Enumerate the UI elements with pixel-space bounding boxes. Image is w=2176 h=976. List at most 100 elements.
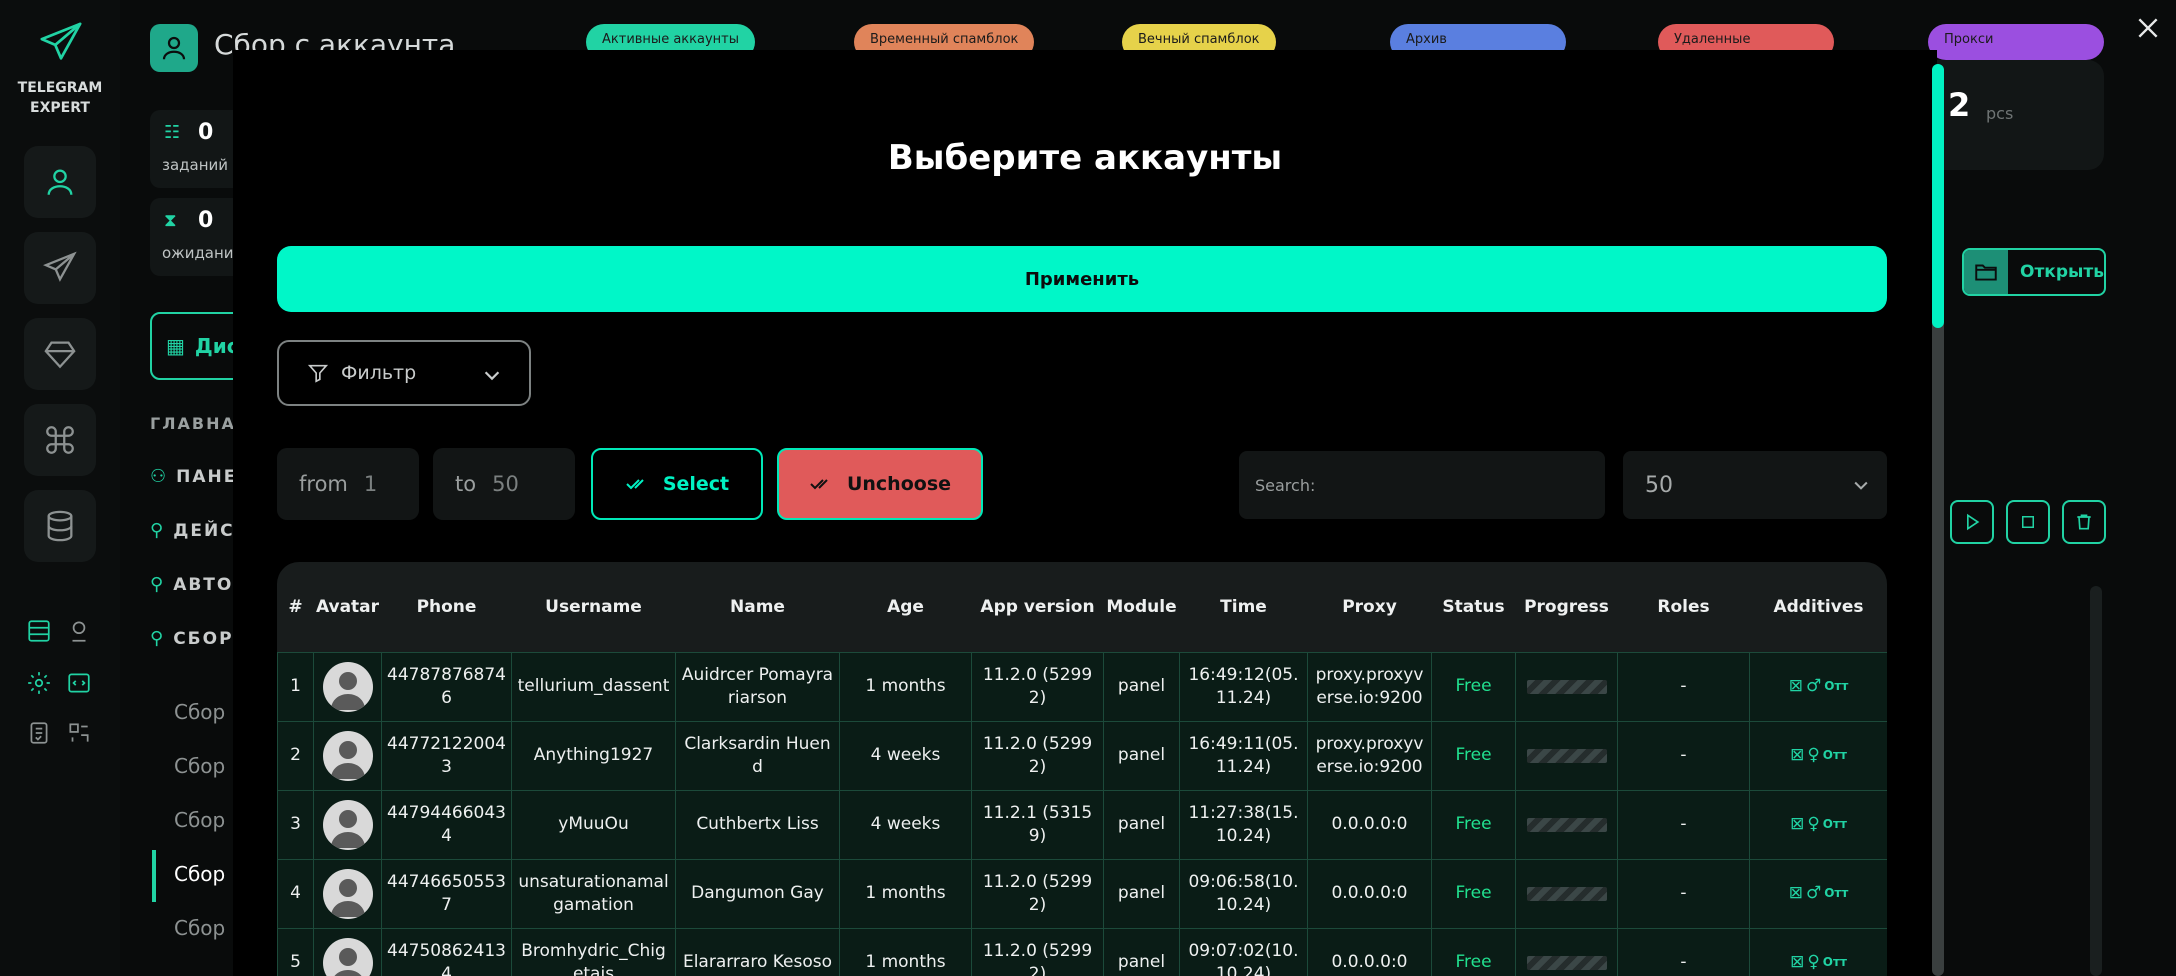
name-cell: Cuthbertx Liss bbox=[675, 789, 840, 860]
column-header[interactable]: Progress bbox=[1516, 562, 1618, 652]
trash-icon bbox=[2077, 514, 2091, 530]
nav-database-button[interactable] bbox=[24, 490, 96, 562]
app-user-icon bbox=[150, 24, 198, 72]
avatar-cell bbox=[313, 789, 382, 860]
search-input[interactable] bbox=[1239, 451, 1605, 519]
range-to-input[interactable]: to 50 bbox=[433, 448, 575, 520]
nav-diamond-button[interactable] bbox=[24, 318, 96, 390]
gender-icon: ♀ bbox=[1807, 952, 1820, 972]
modal-scrollbar-thumb[interactable] bbox=[1932, 64, 1944, 328]
column-header[interactable]: Module bbox=[1104, 562, 1180, 652]
nav-send-button[interactable] bbox=[24, 232, 96, 304]
roles-cell: - bbox=[1617, 858, 1750, 929]
close-modal-button[interactable] bbox=[2130, 10, 2166, 46]
nav-accounts-button[interactable] bbox=[24, 146, 96, 218]
dashboard-icon: ▦ bbox=[166, 334, 185, 358]
per-page-select[interactable]: 50 bbox=[1623, 451, 1887, 519]
additives-cell: ⊠ ♂ Отт bbox=[1749, 651, 1887, 722]
send-icon bbox=[43, 251, 77, 282]
username-cell: yMuuOu bbox=[511, 789, 676, 860]
table-row[interactable]: 2 447721220043 Anything1927 Clarksardin … bbox=[277, 720, 1887, 791]
proxy-cell: proxy.proxyverse.io:9200 bbox=[1307, 651, 1432, 722]
per-page-value: 50 bbox=[1645, 472, 1673, 498]
server-settings-icon[interactable] bbox=[24, 616, 54, 646]
play-button[interactable] bbox=[1950, 500, 1994, 544]
additive-badge: Отт bbox=[1822, 748, 1847, 762]
column-header[interactable]: Username bbox=[512, 562, 676, 652]
stop-button[interactable] bbox=[2006, 500, 2050, 544]
roles-cell: - bbox=[1617, 720, 1750, 791]
column-header[interactable]: Age bbox=[840, 562, 972, 652]
additives-cell: ⊠ ♂ Отт bbox=[1749, 858, 1887, 929]
age-cell: 1 months bbox=[839, 927, 972, 976]
sub-item-collect[interactable]: Сбор bbox=[174, 754, 225, 778]
document-check-icon[interactable] bbox=[24, 718, 54, 748]
name-cell: Auidrcer Pomayrariarson bbox=[675, 651, 840, 722]
range-from-input[interactable]: from 1 bbox=[277, 448, 419, 520]
menu-item-auto[interactable]: ⚲ АВТО bbox=[150, 574, 233, 595]
column-header[interactable]: # bbox=[278, 562, 314, 652]
tab-proxy[interactable]: Прокси bbox=[1928, 24, 2104, 60]
age-cell: 4 weeks bbox=[839, 720, 972, 791]
sub-item-collect[interactable]: Сбор bbox=[174, 916, 225, 940]
apply-button[interactable]: Применить bbox=[277, 246, 1887, 312]
code-window-icon[interactable] bbox=[64, 668, 94, 698]
background-scrollbar[interactable] bbox=[2090, 586, 2102, 976]
column-header[interactable]: Name bbox=[676, 562, 840, 652]
additive-badge: Отт bbox=[1824, 679, 1849, 693]
column-header[interactable]: Avatar bbox=[314, 562, 382, 652]
select-button[interactable]: Select bbox=[591, 448, 763, 520]
column-header[interactable]: Roles bbox=[1618, 562, 1750, 652]
column-header[interactable]: Time bbox=[1180, 562, 1308, 652]
table-row[interactable]: 5 447508624134 Bromhydric_Chigetais Elar… bbox=[277, 927, 1887, 976]
column-header[interactable]: Proxy bbox=[1308, 562, 1432, 652]
column-header[interactable]: Additives bbox=[1750, 562, 1888, 652]
user-icon bbox=[47, 169, 73, 195]
table-row[interactable]: 3 447944660434 yMuuOu Cuthbertx Liss 4 w… bbox=[277, 789, 1887, 860]
time-cell: 09:06:58(10.10.24) bbox=[1179, 858, 1308, 929]
camera-off-icon: ⊠ bbox=[1790, 814, 1805, 834]
avatar-cell bbox=[313, 651, 382, 722]
stat-label: ожидание bbox=[162, 244, 243, 262]
status-cell: Free bbox=[1431, 651, 1516, 722]
unchoose-label: Unchoose bbox=[846, 473, 952, 495]
chevron-down-icon bbox=[484, 371, 500, 381]
avatar bbox=[322, 868, 373, 919]
menu-item-actions[interactable]: ⚲ ДЕЙС bbox=[150, 520, 235, 541]
column-header[interactable]: Phone bbox=[382, 562, 512, 652]
sub-item-collect[interactable]: Сбор bbox=[174, 700, 225, 724]
table-row[interactable]: 1 447878768746 tellurium_dassent Auidrce… bbox=[277, 651, 1887, 722]
row-number: 5 bbox=[277, 927, 314, 976]
delete-button[interactable] bbox=[2062, 500, 2106, 544]
proxy-cell: 0.0.0.0:0 bbox=[1307, 789, 1432, 860]
sub-item-collect-active[interactable]: Сбор bbox=[174, 862, 225, 886]
menu-item-collect[interactable]: ⚲ СБОР bbox=[150, 628, 234, 649]
open-button[interactable]: Открыть bbox=[1962, 248, 2106, 296]
filter-dropdown[interactable]: Фильтр bbox=[277, 340, 531, 406]
roles-cell: - bbox=[1617, 651, 1750, 722]
folder-icon bbox=[1964, 250, 2008, 294]
camera-off-icon: ⊠ bbox=[1790, 952, 1805, 972]
stop-icon bbox=[2022, 516, 2034, 528]
module-cell: panel bbox=[1103, 927, 1180, 976]
roles-cell: - bbox=[1617, 789, 1750, 860]
additives-cell: ⊠ ♀ Отт bbox=[1749, 927, 1887, 976]
unchoose-button[interactable]: Unchoose bbox=[777, 448, 983, 520]
module-cell: panel bbox=[1103, 789, 1180, 860]
gear-icon[interactable] bbox=[24, 668, 54, 698]
select-label: Select bbox=[662, 473, 730, 495]
name-cell: Clarksardin Huend bbox=[675, 720, 840, 791]
table-row[interactable]: 4 447466505537 unsaturationamalgamation … bbox=[277, 858, 1887, 929]
sub-item-collect[interactable]: Сбор bbox=[174, 808, 225, 832]
transfer-icon[interactable] bbox=[64, 718, 94, 748]
database-icon bbox=[47, 510, 73, 542]
module-cell: panel bbox=[1103, 720, 1180, 791]
chevron-down-icon bbox=[1854, 481, 1868, 490]
user-location-icon[interactable] bbox=[64, 616, 94, 646]
avatar-cell bbox=[313, 720, 382, 791]
nav-command-button[interactable] bbox=[24, 404, 96, 476]
column-header[interactable]: App version bbox=[972, 562, 1104, 652]
column-header[interactable]: Status bbox=[1432, 562, 1516, 652]
progress-cell bbox=[1515, 651, 1618, 722]
command-icon bbox=[46, 426, 74, 454]
